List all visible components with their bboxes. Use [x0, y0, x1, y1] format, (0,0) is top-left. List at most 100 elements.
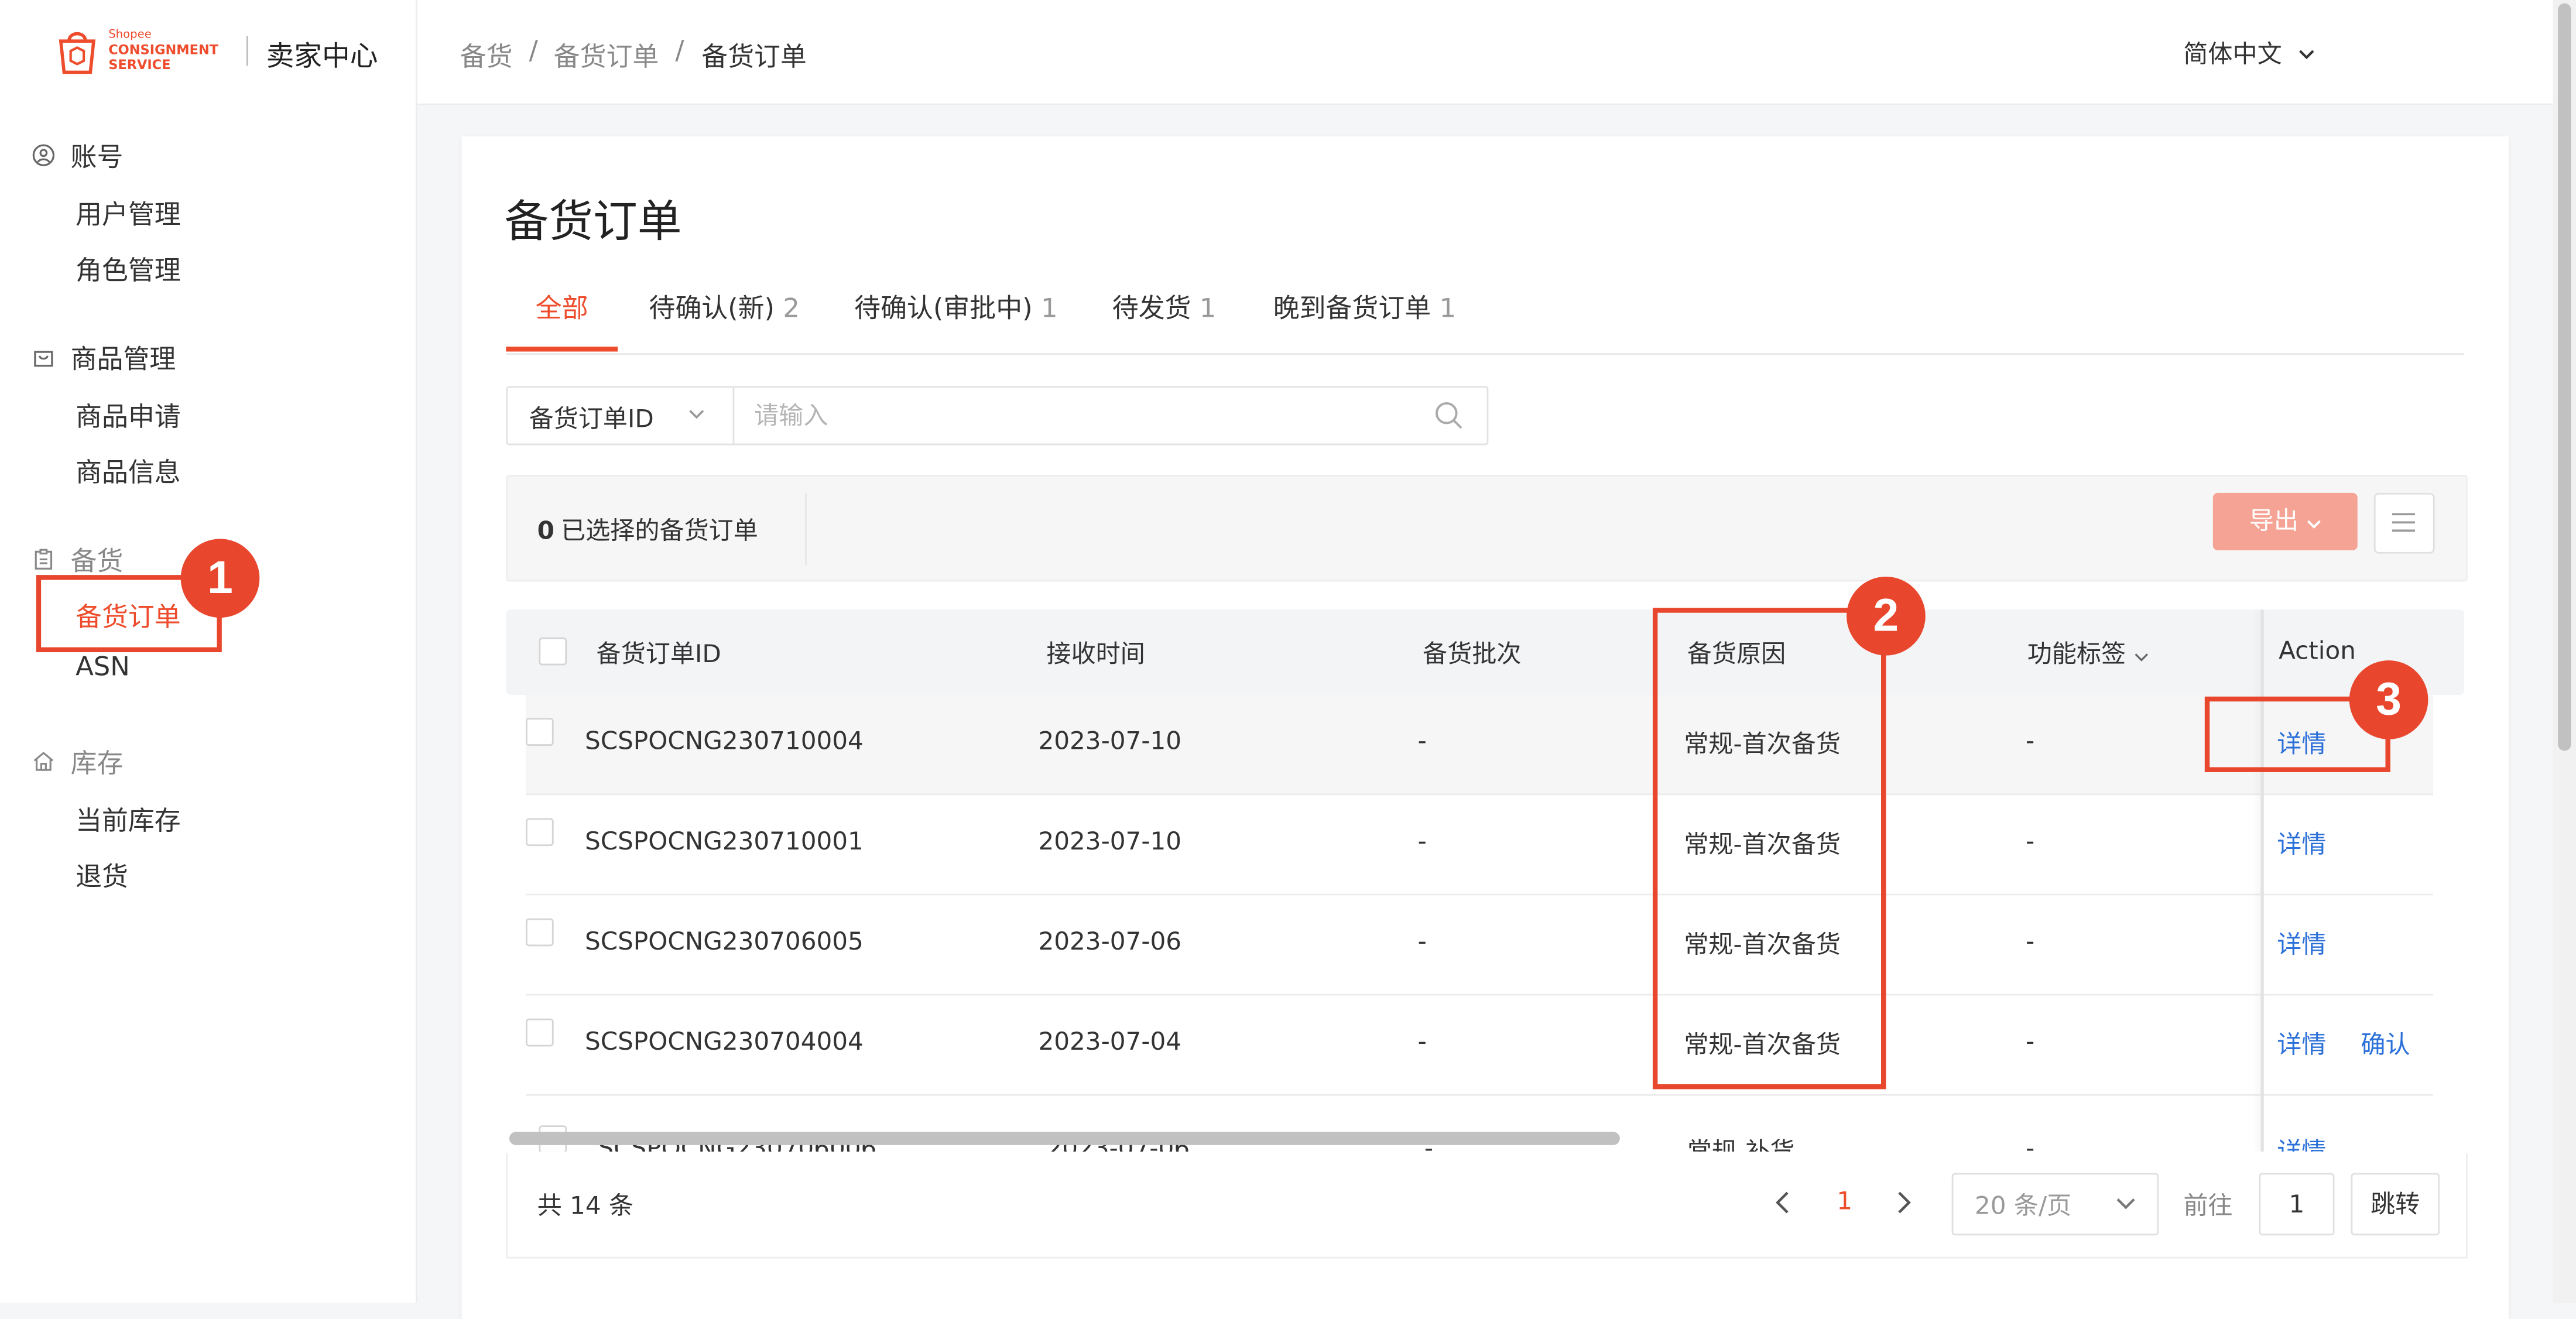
divider — [804, 492, 807, 566]
search-field-label: 备货订单ID — [529, 404, 654, 434]
tag: - — [2025, 1133, 2035, 1152]
breadcrumb-stocking-orders[interactable]: 备货订单 — [554, 35, 659, 74]
shopee-bag-icon — [59, 32, 96, 74]
action-column-divider — [2260, 609, 2264, 1152]
receive-time: 2023-07-10 — [1038, 726, 1182, 756]
row-checkbox[interactable] — [525, 718, 554, 746]
tag: - — [2025, 726, 2035, 756]
annotation-badge-2: 2 — [1847, 576, 1926, 656]
tab-to-ship[interactable]: 待发货 1 — [1112, 286, 1217, 325]
annotation-box-2 — [1652, 608, 1886, 1090]
table-row: SCSPOCNG230704004 2023-07-04 - 常规-首次备货 -… — [525, 996, 2433, 1096]
chevron-left-icon[interactable] — [1775, 1190, 1791, 1216]
column-header-receive-time: 接收时间 — [1046, 639, 1145, 669]
user-circle-icon — [32, 143, 55, 166]
page-size-value: 20 条/页 — [1974, 1191, 2072, 1221]
search-field-select[interactable]: 备货订单ID — [508, 388, 735, 444]
page-title: 备货订单 — [504, 197, 682, 248]
order-id: SCSPOCNG230706005 — [584, 926, 864, 957]
chevron-down-icon — [2134, 653, 2148, 662]
receive-time: 2023-07-06 — [1038, 926, 1182, 957]
current-page[interactable]: 1 — [1837, 1186, 1852, 1216]
column-header-tag[interactable]: 功能标签 — [2027, 636, 2149, 670]
table-row: SCSPOCNG230710001 2023-07-10 - 常规-首次备货 -… — [525, 795, 2433, 896]
chevron-down-icon — [689, 410, 704, 419]
row-checkbox[interactable] — [525, 818, 554, 847]
chevron-right-icon[interactable] — [1896, 1190, 1912, 1216]
order-id: SCSPOCNG230710001 — [584, 826, 864, 856]
batch: - — [1417, 726, 1427, 756]
language-selector[interactable]: 简体中文 — [2183, 36, 2315, 71]
export-button[interactable]: 导出 — [2212, 492, 2358, 551]
detail-link[interactable]: 详情 — [2277, 826, 2326, 861]
page-size-select[interactable]: 20 条/页 — [1951, 1173, 2159, 1236]
tab-pending-approval[interactable]: 待确认(审批中) 1 — [854, 286, 1057, 325]
tag: - — [2025, 926, 2035, 957]
search-bar: 备货订单ID — [506, 386, 1489, 446]
search-icon[interactable] — [1434, 401, 1464, 431]
tab-pending-new[interactable]: 待确认(新) 2 — [649, 286, 800, 325]
reason: 常规-补货 — [1687, 1136, 1795, 1152]
search-input[interactable] — [737, 389, 1431, 442]
sidebar-item-product-info[interactable]: 商品信息 — [76, 450, 181, 489]
select-all-checkbox[interactable] — [539, 637, 567, 666]
annotation-badge-3: 3 — [2349, 660, 2428, 739]
sidebar-section-inventory: 库存 — [31, 741, 124, 780]
sidebar-section-products: 商品管理 — [31, 337, 176, 376]
detail-link[interactable]: 详情 — [2277, 927, 2326, 961]
table-header: 备货订单ID 接收时间 备货批次 备货原因 功能标签 Action — [506, 609, 2465, 695]
detail-link[interactable]: 详情 — [2277, 1133, 2326, 1152]
batch: - — [1417, 1026, 1427, 1057]
sidebar-item-returns[interactable]: 退货 — [76, 854, 128, 893]
menu-icon — [2392, 513, 2415, 532]
batch: - — [1417, 826, 1427, 856]
breadcrumb-separator: / — [675, 34, 684, 66]
sidebar-item-asn[interactable]: ASN — [76, 650, 130, 681]
top-bar: 备货 / 备货订单 / 备货订单 简体中文 — [417, 0, 2553, 105]
sidebar-item-user-management[interactable]: 用户管理 — [76, 192, 181, 231]
receive-time: 2023-07-04 — [1038, 1026, 1182, 1057]
logo-divider — [246, 36, 248, 66]
receive-time: 2023-07-10 — [1038, 826, 1182, 856]
pagination-bar: 共 14 条 1 20 条/页 前往 1 跳转 — [506, 1153, 2468, 1259]
goto-page-input[interactable]: 1 — [2259, 1173, 2335, 1236]
breadcrumb-separator: / — [529, 34, 538, 66]
clipboard-icon — [35, 548, 53, 569]
home-icon — [33, 751, 54, 770]
active-tab-indicator — [506, 347, 618, 352]
detail-link[interactable]: 详情 — [2277, 1027, 2326, 1061]
sidebar-item-current-inventory[interactable]: 当前库存 — [76, 799, 181, 838]
tab-all[interactable]: 全部 — [536, 286, 588, 325]
confirm-link[interactable]: 确认 — [2361, 1027, 2410, 1061]
sidebar-section-account: 账号 — [31, 135, 124, 174]
page-scrollbar[interactable] — [2553, 0, 2576, 1303]
breadcrumb-stocking[interactable]: 备货 — [460, 35, 513, 74]
sidebar-item-product-application[interactable]: 商品申请 — [76, 394, 181, 433]
orders-table: 备货订单ID 接收时间 备货批次 备货原因 功能标签 Action SCSPOC… — [506, 609, 2465, 1152]
order-id: SCSPOCNG230710004 — [584, 726, 864, 756]
batch: - — [1417, 926, 1427, 957]
chevron-down-icon — [2299, 49, 2314, 59]
table-horizontal-scrollbar[interactable] — [509, 1132, 1620, 1145]
tag: - — [2025, 1026, 2035, 1057]
logo-wordmark: Shopee CONSIGNMENT SERVICE — [108, 28, 219, 73]
language-label: 简体中文 — [2183, 39, 2282, 69]
table-row: SCSPOCNG230706005 2023-07-06 - 常规-首次备货 -… — [525, 895, 2433, 996]
jump-button[interactable]: 跳转 — [2351, 1173, 2440, 1236]
row-checkbox[interactable] — [525, 1018, 554, 1047]
column-settings-button[interactable] — [2373, 492, 2435, 554]
seller-center-title: 卖家中心 — [266, 41, 378, 74]
tab-late-orders[interactable]: 晚到备货订单 1 — [1273, 286, 1456, 325]
annotation-badge-1: 1 — [180, 539, 260, 618]
goto-label: 前往 — [2183, 1191, 2233, 1221]
order-id: SCSPOCNG230704004 — [584, 1026, 864, 1057]
brand-logo[interactable]: Shopee CONSIGNMENT SERVICE 卖家中心 — [54, 23, 399, 82]
row-checkbox[interactable] — [525, 918, 554, 947]
selection-bar: 0 已选择的备货订单 导出 — [506, 474, 2468, 582]
chevron-down-icon — [2307, 520, 2321, 529]
sidebar-item-role-management[interactable]: 角色管理 — [76, 248, 181, 287]
bag-icon — [34, 350, 53, 366]
column-header-order-id: 备货订单ID — [596, 639, 721, 669]
tag: - — [2025, 826, 2035, 856]
scrollbar-thumb[interactable] — [2558, 3, 2571, 751]
